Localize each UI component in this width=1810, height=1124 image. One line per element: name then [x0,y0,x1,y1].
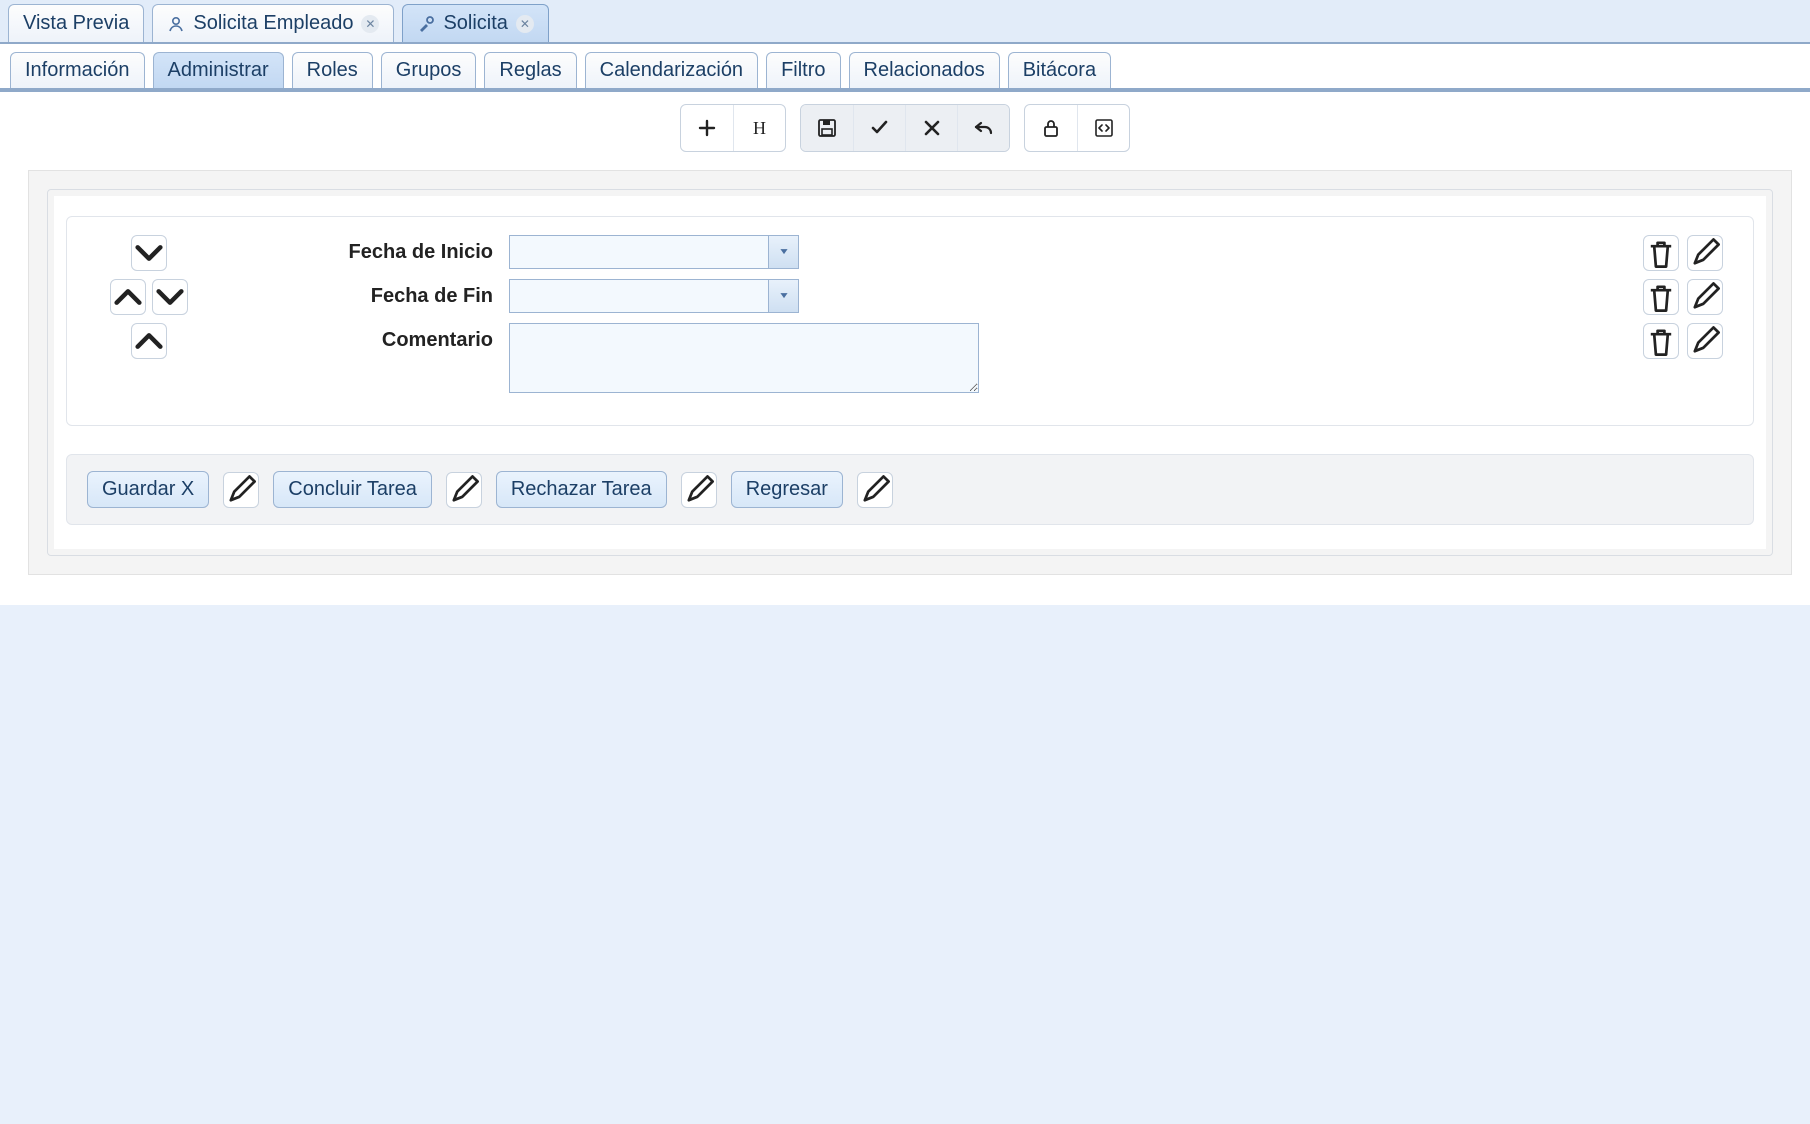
doc-tab-solicita-empleado[interactable]: Solicita Empleado ✕ [152,4,394,42]
fecha-inicio-input[interactable] [510,236,768,268]
form-row-comentario: Comentario [89,323,1731,399]
tab-grupos[interactable]: Grupos [381,52,477,88]
rechazar-tarea-button[interactable]: Rechazar Tarea [496,471,667,508]
field-label: Fecha de Fin [209,279,509,308]
edit-concluir-button[interactable] [446,472,482,508]
document-tabs: Vista Previa Solicita Empleado ✕ Solicit… [0,0,1810,44]
edit-guardar-button[interactable] [223,472,259,508]
add-button[interactable] [681,105,733,151]
doc-tab-solicita[interactable]: Solicita ✕ [402,4,548,42]
delete-row-button[interactable] [1643,235,1679,271]
tab-administrar[interactable]: Administrar [153,52,284,88]
doc-tab-label: Solicita [443,12,507,35]
undo-button[interactable] [957,105,1009,151]
close-icon[interactable]: ✕ [516,15,534,33]
edit-row-button[interactable] [1687,323,1723,359]
move-up-button[interactable] [110,279,146,315]
fecha-fin-input[interactable] [510,280,768,312]
doc-tab-vista-previa[interactable]: Vista Previa [8,4,144,42]
form-row-fecha-fin: Fecha de Fin [89,279,1731,315]
tab-informacion[interactable]: Información [10,52,145,88]
toolbar-group-3 [1024,104,1130,152]
tab-bitacora[interactable]: Bitácora [1008,52,1111,88]
field-label: Fecha de Inicio [209,235,509,264]
tools-icon [417,15,435,33]
toolbar-group-1 [680,104,786,152]
delete-row-button[interactable] [1643,279,1679,315]
fecha-inicio-field[interactable] [509,235,799,269]
close-icon[interactable]: ✕ [361,15,379,33]
form-row-fecha-inicio: Fecha de Inicio [89,235,1731,271]
edit-rechazar-button[interactable] [681,472,717,508]
tab-relacionados[interactable]: Relacionados [849,52,1000,88]
dropdown-icon[interactable] [768,236,798,268]
tab-roles[interactable]: Roles [292,52,373,88]
code-button[interactable] [1077,105,1129,151]
confirm-button[interactable] [853,105,905,151]
comentario-input[interactable] [509,323,979,393]
toolbar [0,92,1810,164]
tab-calendarizacion[interactable]: Calendarización [585,52,758,88]
save-button[interactable] [801,105,853,151]
person-icon [167,15,185,33]
form-card: Fecha de Inicio Fecha de [66,216,1754,426]
move-up-button[interactable] [131,323,167,359]
concluir-tarea-button[interactable]: Concluir Tarea [273,471,432,508]
field-label: Comentario [209,323,509,352]
edit-row-button[interactable] [1687,235,1723,271]
action-bar: Guardar X Concluir Tarea Rechazar Tarea … [66,454,1754,525]
guardar-button[interactable]: Guardar X [87,471,209,508]
toolbar-group-2 [800,104,1010,152]
cancel-button[interactable] [905,105,957,151]
header-button[interactable] [733,105,785,151]
tab-reglas[interactable]: Reglas [484,52,576,88]
move-down-button[interactable] [152,279,188,315]
workspace: Fecha de Inicio Fecha de [0,164,1810,605]
doc-tab-label: Vista Previa [23,12,129,35]
delete-row-button[interactable] [1643,323,1679,359]
fecha-fin-field[interactable] [509,279,799,313]
lock-button[interactable] [1025,105,1077,151]
doc-tab-label: Solicita Empleado [193,12,353,35]
move-down-button[interactable] [131,235,167,271]
edit-row-button[interactable] [1687,279,1723,315]
dropdown-icon[interactable] [768,280,798,312]
subtab-bar: Información Administrar Roles Grupos Reg… [0,44,1810,92]
regresar-button[interactable]: Regresar [731,471,843,508]
tab-filtro[interactable]: Filtro [766,52,840,88]
edit-regresar-button[interactable] [857,472,893,508]
